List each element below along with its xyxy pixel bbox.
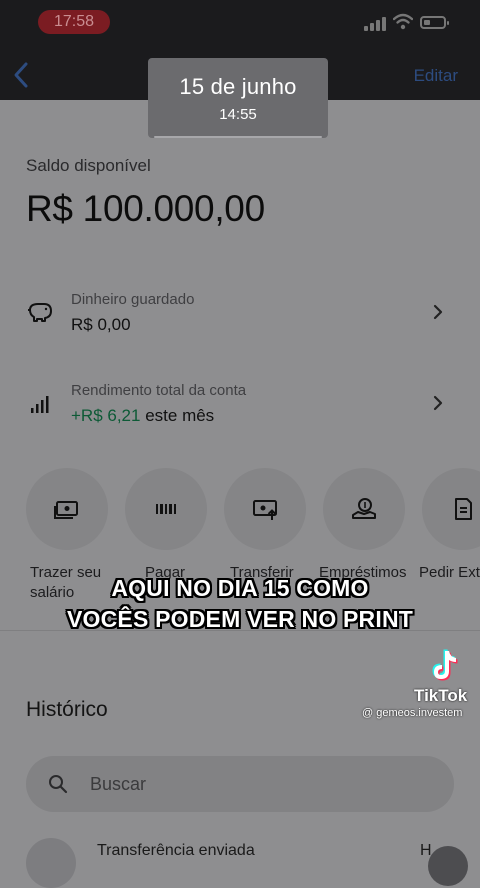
statement-icon	[455, 498, 472, 520]
edit-button[interactable]: Editar	[414, 66, 458, 86]
yield-suffix: este mês	[140, 406, 215, 425]
tiktok-logo-icon	[432, 649, 458, 681]
transaction-action-button[interactable]	[428, 846, 468, 886]
status-time: 17:58	[38, 10, 110, 34]
battery-icon	[420, 16, 449, 29]
back-arrow-icon[interactable]	[10, 58, 34, 92]
overlay-date: 15 de junho	[179, 74, 297, 99]
saved-money-value: R$ 0,00	[71, 315, 131, 334]
overlay-time: 14:55	[219, 106, 257, 123]
chevron-right-icon	[433, 304, 443, 320]
transaction-avatar	[26, 838, 76, 888]
caption-line: VOCÊS PODEM VER NO PRINT	[66, 606, 413, 632]
transaction-title: Transferência enviada	[97, 842, 255, 859]
barcode-icon	[156, 504, 176, 514]
piggy-bank-icon	[28, 303, 52, 322]
tiktok-brand: TikTok	[414, 686, 468, 705]
chevron-right-icon	[433, 395, 443, 411]
wifi-icon	[393, 13, 413, 30]
loan-icon	[352, 498, 376, 519]
caption-line: AQUI NO DIA 15 COMO	[111, 575, 369, 601]
balance-label: Saldo disponível	[26, 156, 151, 175]
tiktok-handle: @ gemeos.investem	[362, 707, 463, 719]
signal-icon	[364, 15, 386, 31]
history-title: Histórico	[26, 698, 108, 721]
search-input[interactable]: Buscar	[26, 756, 454, 812]
quick-actions: Trazer seu salário Pagar Transferir Empr…	[0, 468, 480, 601]
date-overlay: 15 de junho 14:55	[148, 58, 328, 138]
yield-title: Rendimento total da conta	[71, 382, 247, 399]
receive-money-icon	[54, 501, 78, 519]
bar-chart-icon	[31, 396, 49, 413]
search-placeholder: Buscar	[90, 774, 147, 794]
yield-value: +R$ 6,21 este mês	[71, 406, 214, 426]
overlay-underline	[154, 136, 322, 138]
saved-money-title: Dinheiro guardado	[71, 291, 195, 308]
video-caption: AQUI NO DIA 15 COMO VOCÊS PODEM VER NO P…	[0, 573, 480, 635]
yield-amount: +R$ 6,21	[71, 406, 141, 425]
search-icon	[49, 775, 68, 794]
balance-value: R$ 100.000,00	[26, 188, 265, 229]
transfer-icon	[253, 500, 277, 520]
